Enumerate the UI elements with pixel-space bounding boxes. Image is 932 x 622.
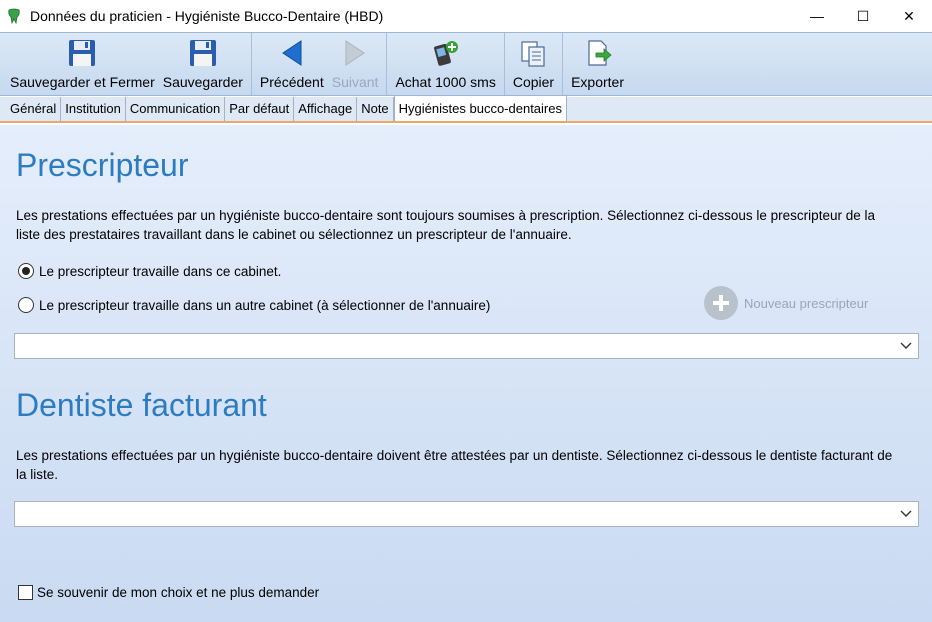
save-close-button[interactable]: Sauvegarder et Fermer bbox=[6, 33, 159, 95]
floppy-disk-icon bbox=[187, 37, 219, 69]
maximize-button[interactable]: ☐ bbox=[840, 0, 886, 32]
save-close-label: Sauvegarder et Fermer bbox=[10, 74, 155, 90]
copy-group: Copier bbox=[509, 33, 564, 95]
copy-icon bbox=[517, 37, 549, 69]
plus-circle-icon bbox=[704, 286, 738, 320]
close-button[interactable]: ✕ bbox=[886, 0, 932, 32]
minimize-icon: — bbox=[810, 8, 824, 24]
maximize-icon: ☐ bbox=[856, 7, 870, 24]
save-group: Sauvegarder et Fermer Sauvegarder bbox=[6, 33, 252, 95]
arrow-left-icon bbox=[276, 37, 308, 69]
tab-institution[interactable]: Institution bbox=[61, 97, 126, 121]
export-button[interactable]: Exporter bbox=[567, 33, 628, 95]
content-panel: Prescripteur Les prestations effectuées … bbox=[0, 125, 932, 622]
sms-group: Achat 1000 sms bbox=[391, 33, 505, 95]
dentiste-description: Les prestations effectuées par un hygién… bbox=[16, 448, 893, 482]
buy-sms-button[interactable]: Achat 1000 sms bbox=[391, 33, 499, 95]
new-prescriber-button[interactable]: Nouveau prescripteur bbox=[704, 286, 868, 320]
radio-other-cabinet[interactable]: Le prescripteur travaille dans un autre … bbox=[18, 297, 490, 313]
radio-same-cabinet-label: Le prescripteur travaille dans ce cabine… bbox=[39, 263, 282, 279]
save-button[interactable]: Sauvegarder bbox=[159, 33, 247, 95]
chevron-down-icon[interactable] bbox=[900, 339, 912, 353]
mobile-phone-add-icon bbox=[430, 37, 462, 69]
save-label: Sauvegarder bbox=[162, 74, 243, 90]
dentiste-heading: Dentiste facturant bbox=[16, 387, 267, 423]
previous-button[interactable]: Précédent bbox=[256, 33, 328, 95]
arrow-right-icon bbox=[339, 37, 371, 69]
remember-choice-checkbox[interactable] bbox=[18, 585, 33, 600]
radio-same-cabinet[interactable]: Le prescripteur travaille dans ce cabine… bbox=[18, 263, 281, 279]
toolbar: Sauvegarder et Fermer Sauvegarder Précéd… bbox=[0, 32, 932, 96]
title-bar: Données du praticien - Hygiéniste Bucco-… bbox=[0, 0, 932, 32]
radio-other-cabinet-label: Le prescripteur travaille dans un autre … bbox=[39, 297, 491, 313]
copy-button[interactable]: Copier bbox=[509, 33, 558, 95]
tab-par-defaut[interactable]: Par défaut bbox=[225, 97, 295, 121]
tab-communication[interactable]: Communication bbox=[126, 97, 226, 121]
export-group: Exporter bbox=[567, 33, 632, 95]
prescripteur-description: Les prestations effectuées par un hygién… bbox=[16, 208, 875, 242]
minimize-button[interactable]: — bbox=[794, 0, 840, 32]
previous-label: Précédent bbox=[259, 74, 324, 90]
radio-selected-dot bbox=[22, 267, 30, 275]
prescripteur-dropdown[interactable] bbox=[14, 333, 919, 359]
floppy-disk-icon bbox=[66, 37, 98, 69]
tab-note[interactable]: Note bbox=[357, 97, 394, 121]
tab-general[interactable]: Général bbox=[6, 97, 62, 121]
radio-button[interactable] bbox=[18, 297, 34, 313]
chevron-down-icon[interactable] bbox=[900, 507, 912, 521]
buy-sms-label: Achat 1000 sms bbox=[395, 74, 496, 90]
copy-label: Copier bbox=[512, 74, 555, 90]
new-prescriber-label: Nouveau prescripteur bbox=[744, 295, 869, 311]
close-icon: ✕ bbox=[903, 7, 915, 24]
tab-hygienistes[interactable]: Hygiénistes bucco-dentaires bbox=[393, 95, 567, 121]
tooth-app-icon bbox=[6, 8, 22, 24]
remember-choice-label: Se souvenir de mon choix et ne plus dema… bbox=[37, 585, 320, 600]
window-title: Données du praticien - Hygiéniste Bucco-… bbox=[30, 8, 384, 24]
tab-affichage[interactable]: Affichage bbox=[294, 97, 358, 121]
export-icon bbox=[582, 37, 614, 69]
export-label: Exporter bbox=[571, 74, 624, 90]
radio-button[interactable] bbox=[18, 263, 34, 279]
next-button[interactable]: Suivant bbox=[328, 33, 383, 95]
remember-choice-checkbox-row[interactable]: Se souvenir de mon choix et ne plus dema… bbox=[18, 585, 319, 600]
dentiste-dropdown[interactable] bbox=[14, 501, 919, 527]
prescripteur-heading: Prescripteur bbox=[16, 147, 189, 183]
navigation-group: Précédent Suivant bbox=[256, 33, 388, 95]
tab-strip: Général Institution Communication Par dé… bbox=[0, 95, 932, 123]
next-label: Suivant bbox=[331, 74, 379, 90]
